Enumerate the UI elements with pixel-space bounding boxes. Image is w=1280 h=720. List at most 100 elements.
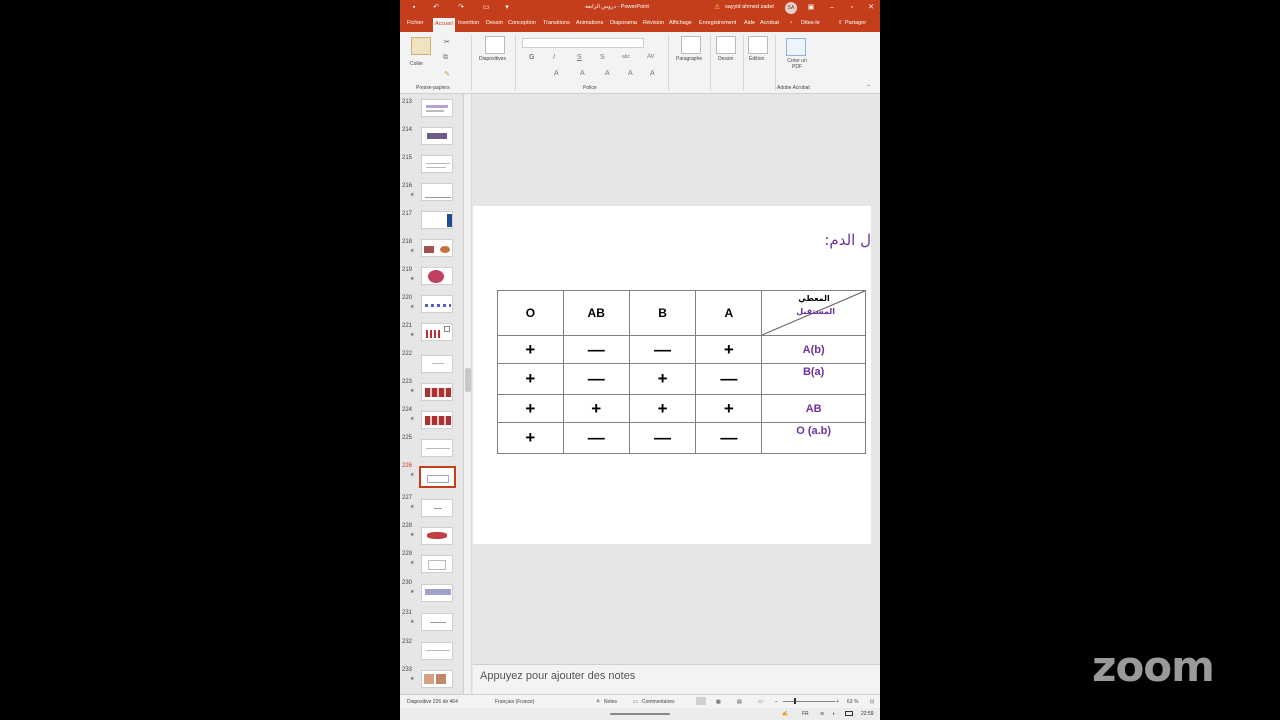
tell-me-search[interactable]: Dites-le	[801, 20, 820, 26]
slideshow-icon[interactable]: ▭	[758, 699, 763, 705]
slides-label[interactable]: Diapositives	[479, 56, 506, 62]
slide-thumbnail[interactable]	[421, 411, 453, 429]
normal-view-icon[interactable]	[696, 697, 706, 705]
drawing-icon[interactable]	[716, 36, 736, 54]
qat-more-icon[interactable]: ▾	[501, 3, 513, 13]
fit-slide-icon[interactable]: ⊡	[870, 699, 874, 705]
slide-title[interactable]: ل الدم:	[824, 231, 871, 249]
paragraph-label[interactable]: Paragraphe	[676, 56, 702, 62]
reading-view-icon[interactable]: ▤	[737, 699, 742, 705]
slide-number: 224	[402, 407, 413, 413]
cut-icon[interactable]: ✂	[444, 38, 450, 46]
home-indicator[interactable]	[610, 713, 670, 715]
change-case-icon[interactable]: A	[628, 70, 633, 77]
tab-accueil[interactable]: Accueil	[433, 18, 455, 32]
bold-button[interactable]: G	[529, 54, 534, 61]
strikethrough-button[interactable]: abc	[622, 54, 630, 60]
slide-thumbnail[interactable]	[421, 355, 453, 373]
thumbnail-pane[interactable]: 213 214 215 216 ★ 217 218 ★ 219 ★ 220 ★ …	[400, 94, 464, 694]
slide-thumbnail[interactable]	[421, 670, 453, 688]
tab-animations[interactable]: Animations	[576, 20, 603, 26]
language-indicator[interactable]: Français (France)	[495, 699, 534, 705]
save-icon[interactable]: ▪	[408, 3, 420, 13]
thumbnail-scrollbar[interactable]	[464, 94, 472, 694]
zoom-level[interactable]: 63 %	[847, 699, 858, 705]
comments-button[interactable]: Commentaires	[642, 699, 675, 705]
blood-compatibility-table[interactable]: O AB B A المعطي المستقبل + — — + A(b) + …	[497, 290, 866, 454]
underline-button[interactable]: S	[577, 54, 582, 61]
slide-thumbnail[interactable]	[421, 527, 453, 545]
maximize-icon[interactable]: ▫	[846, 3, 858, 13]
slide-thumbnail[interactable]	[421, 267, 453, 285]
slide-thumbnail[interactable]	[421, 183, 453, 201]
tab-affichage[interactable]: Affichage	[669, 20, 692, 26]
notes-placeholder[interactable]: Appuyez pour ajouter des notes	[480, 670, 635, 682]
language-code[interactable]: FR	[802, 711, 809, 717]
create-pdf-label[interactable]: Créer un PDF	[784, 58, 810, 70]
undo-icon[interactable]: ↶	[430, 3, 442, 13]
tab-diaporama[interactable]: Diaporama	[610, 20, 637, 26]
slide-sorter-icon[interactable]: ▦	[716, 699, 721, 705]
font-color-icon[interactable]: A	[554, 70, 559, 77]
tab-revision[interactable]: Révision	[643, 20, 664, 26]
slide-thumbnail-current[interactable]	[419, 466, 456, 488]
zoom-out-icon[interactable]: –	[775, 699, 778, 705]
tab-acrobat[interactable]: Acrobat	[760, 20, 779, 26]
paragraph-icon[interactable]	[681, 36, 701, 54]
zoom-slider[interactable]	[783, 701, 835, 702]
grow-font-icon[interactable]: A	[580, 70, 585, 77]
copy-icon[interactable]: ⧉	[443, 54, 448, 62]
present-icon[interactable]: ▭	[480, 3, 492, 13]
pen-icon[interactable]: ✍	[782, 711, 788, 717]
slide-thumbnail[interactable]	[421, 555, 453, 573]
slide-thumbnail[interactable]	[421, 239, 453, 257]
tab-fichier[interactable]: Fichier	[407, 20, 424, 26]
share-button[interactable]: Partager	[845, 20, 866, 26]
slide[interactable]: ل الدم: O AB B A المعطي المستقبل + — — +…	[473, 206, 871, 544]
slide-thumbnail[interactable]	[421, 155, 453, 173]
slide-thumbnail[interactable]	[421, 127, 453, 145]
slide-thumbnail[interactable]	[421, 295, 453, 313]
tab-aide[interactable]: Aide	[744, 20, 755, 26]
user-name[interactable]: sayyid ahmed zadet	[725, 4, 774, 10]
pdf-icon[interactable]	[786, 38, 806, 56]
find-icon[interactable]	[748, 36, 768, 54]
slide-thumbnail[interactable]	[421, 323, 453, 341]
slide-thumbnail[interactable]	[421, 584, 453, 602]
slide-thumbnail[interactable]	[421, 99, 453, 117]
slide-thumbnail[interactable]	[421, 383, 453, 401]
close-icon[interactable]: ✕	[865, 3, 877, 13]
minimize-icon[interactable]: –	[826, 3, 838, 13]
italic-button[interactable]: I	[553, 54, 555, 61]
tab-transitions[interactable]: Transitions	[543, 20, 570, 26]
character-spacing-button[interactable]: AV	[647, 54, 655, 60]
zoom-slider-thumb[interactable]	[794, 698, 796, 704]
slide-thumbnail[interactable]	[421, 439, 453, 457]
notes-pane[interactable]: Appuyez pour ajouter des notes	[473, 664, 880, 694]
slide-thumbnail[interactable]	[421, 613, 453, 631]
slide-thumbnail[interactable]	[421, 499, 453, 517]
clear-format-icon[interactable]: A	[650, 70, 655, 77]
notes-button[interactable]: Notes	[604, 699, 617, 705]
tab-conception[interactable]: Conception	[508, 20, 536, 26]
paste-icon[interactable]	[411, 37, 431, 55]
shadow-button[interactable]: S	[600, 54, 605, 61]
avatar[interactable]: SA	[785, 2, 797, 14]
collapse-ribbon-icon[interactable]: ⌃	[866, 84, 871, 91]
volume-icon: ◖	[832, 711, 836, 717]
tab-insertion[interactable]: Insertion	[458, 20, 479, 26]
redo-icon[interactable]: ↷	[455, 3, 467, 13]
ribbon-display-icon[interactable]: ▣	[805, 3, 817, 13]
editing-label[interactable]: Édition	[749, 56, 764, 62]
slide-thumbnail[interactable]	[421, 211, 453, 229]
shrink-font-icon[interactable]: A	[605, 70, 610, 77]
new-slide-icon[interactable]	[485, 36, 505, 54]
scrollbar-thumb[interactable]	[465, 368, 471, 392]
format-painter-icon[interactable]: ✎	[444, 70, 450, 78]
tab-enregistrement[interactable]: Enregistrement	[699, 20, 736, 26]
tab-dessin[interactable]: Dessin	[486, 20, 503, 26]
zoom-in-icon[interactable]: +	[836, 699, 839, 705]
font-name-box[interactable]	[522, 38, 644, 48]
drawing-label[interactable]: Dessin	[718, 56, 733, 62]
slide-thumbnail[interactable]	[421, 642, 453, 660]
